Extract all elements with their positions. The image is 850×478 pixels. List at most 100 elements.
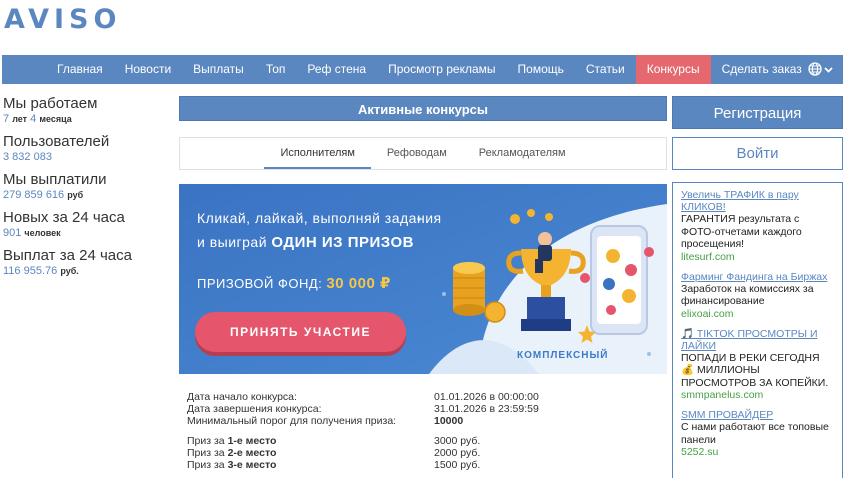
ad-item: 🎵 TIKTOK ПРОСМОТРЫ И ЛАЙКИ ПОПАДИ В РЕКИ… [681, 328, 834, 402]
paid-value: 279 859 616 [3, 189, 65, 201]
nav-item-ad-view[interactable]: Просмотр рекламы [377, 55, 506, 84]
prize-fund-value: 30 000 ₽ [326, 275, 391, 292]
prize-label: Приз за 1-е место [187, 435, 434, 447]
right-sidebar: Регистрация Войти Увеличь ТРАФИК в пару … [672, 96, 843, 478]
main-nav: Главная Новости Выплаты Топ Реф стена Пр… [2, 55, 843, 84]
tab-referrers[interactable]: Рефоводам [371, 138, 463, 169]
ad-item: Фарминг Фандинга на Биржах Заработок на … [681, 271, 834, 320]
coins-icon [453, 262, 506, 323]
prize-label: Приз за 3-е место [187, 459, 434, 471]
login-button[interactable]: Войти [672, 137, 843, 170]
prize-value: 3000 руб. [434, 435, 481, 447]
stat-title: Мы работаем [3, 95, 98, 112]
new-users-unit: человек [24, 228, 61, 238]
language-selector[interactable] [808, 62, 833, 76]
banner-line-2-bold: ОДИН ИЗ ПРИЗОВ [271, 234, 414, 251]
prize-value: 2000 руб. [434, 447, 481, 459]
detail-row: Дата начало конкурса: 01.01.2026 в 00:00… [187, 391, 657, 403]
stat-title: Новых за 24 часа [3, 209, 125, 226]
ad-title-link[interactable]: 🎵 TIKTOK ПРОСМОТРЫ И ЛАЙКИ [681, 328, 834, 352]
ad-url: 5252.su [681, 446, 719, 458]
prize-value: 1500 руб. [434, 459, 481, 471]
contest-tabs: Исполнителям Рефоводам Рекламодателям [179, 137, 667, 170]
months-value: 4 [30, 113, 37, 125]
detail-value: 01.01.2026 в 00:00:00 [434, 391, 539, 403]
contests-panel: Активные конкурсы Исполнителям Рефоводам… [179, 96, 667, 471]
prize-row: Приз за 1-е место 3000 руб. [187, 435, 657, 447]
nav-item-order[interactable]: Сделать заказ [711, 55, 813, 84]
nav-item-ref-wall[interactable]: Реф стена [296, 55, 377, 84]
paid-unit: руб [67, 190, 84, 200]
stat-daily-payouts: Выплат за 24 часа 116 955.76 руб. [3, 248, 173, 278]
stat-users: Пользователей 3 832 083 [3, 134, 173, 164]
stat-title: Мы выплатили [3, 171, 107, 188]
tab-performers[interactable]: Исполнителям [264, 138, 371, 169]
ad-title-link[interactable]: SMM ПРОВАЙДЕР [681, 409, 834, 421]
threshold-value: 10000 [434, 415, 464, 427]
stat-working: Мы работаем 7 лет 4 месяца [3, 96, 173, 126]
banner-line-2: и выиграй ОДИН ИЗ ПРИЗОВ [197, 234, 414, 251]
ad-text: Заработок на комиссиях за финансирование [681, 282, 814, 308]
prize-label: Приз за 2-е место [187, 447, 434, 459]
daily-payouts-unit: руб. [60, 266, 79, 276]
detail-row: Дата завершения конкурса: 31.01.2026 в 2… [187, 403, 657, 415]
nav-item-home[interactable]: Главная [46, 55, 114, 84]
detail-row: Минимальный порог для получения приза: 1… [187, 415, 657, 427]
stat-title: Пользователей [3, 133, 110, 150]
stat-new-users: Новых за 24 часа 901 человек [3, 210, 173, 240]
stat-title: Выплат за 24 часа [3, 247, 132, 264]
nav-item-top[interactable]: Топ [255, 55, 297, 84]
stat-value: 279 859 616 руб [3, 188, 173, 202]
new-users-value: 901 [3, 227, 22, 239]
detail-label: Дата завершения конкурса: [187, 403, 322, 415]
contest-banner[interactable]: Кликай, лайкай, выполняй задания и выигр… [179, 184, 667, 374]
globe-icon [808, 62, 822, 76]
banner-line-2-prefix: и выиграй [197, 234, 268, 250]
logo[interactable]: AVISO [4, 4, 121, 35]
nav-item-news[interactable]: Новости [114, 55, 182, 84]
nav-item-articles[interactable]: Статьи [575, 55, 636, 84]
ad-text: ГАРАНТИЯ результата с ФОТО-отчетами кажд… [681, 213, 802, 250]
months-unit: месяца [39, 114, 72, 124]
tab-advertisers[interactable]: Рекламодателям [463, 138, 582, 169]
stat-value: 901 человек [3, 226, 173, 240]
site-stats: Мы работаем 7 лет 4 месяца Пользователей… [3, 96, 173, 286]
ad-text: С нами работают все топовые панели [681, 421, 829, 446]
contest-details: Дата начало конкурса: 01.01.2026 в 00:00… [187, 391, 657, 471]
prize-fund: ПРИЗОВОЙ ФОНД: 30 000 ₽ [197, 274, 391, 292]
banner-line-1: Кликай, лайкай, выполняй задания [197, 210, 442, 226]
star-icon [578, 325, 596, 343]
ad-item: SMM ПРОВАЙДЕР С нами работают все топовы… [681, 409, 834, 458]
ad-url: litesurf.com [681, 250, 735, 263]
prize-pre: Приз за [187, 435, 225, 447]
nav-item-help[interactable]: Помощь [507, 55, 575, 84]
ad-block: Увеличь ТРАФИК в пару КЛИКОВ! ГАРАНТИЯ р… [672, 182, 843, 478]
stat-value: 3 832 083 [3, 151, 52, 163]
ad-url: elixoai.com [681, 307, 734, 320]
ad-title-link[interactable]: Фарминг Фандинга на Биржах [681, 271, 834, 283]
detail-value: 10000 [434, 415, 463, 427]
years-unit: лет [12, 114, 28, 124]
ad-url: smmpanelus.com [681, 389, 764, 401]
ad-title-link[interactable]: Увеличь ТРАФИК в пару КЛИКОВ! [681, 189, 834, 213]
ad-text: ПОПАДИ В РЕКИ СЕГОДНЯ 💰 МИЛЛИОНЫ ПРОСМОТ… [681, 351, 829, 389]
prize-fund-label: ПРИЗОВОЙ ФОНД: [197, 276, 323, 291]
stat-paid: Мы выплатили 279 859 616 руб [3, 172, 173, 202]
chevron-down-icon [824, 66, 833, 73]
detail-value: 31.01.2026 в 23:59:59 [434, 403, 539, 415]
trophy-icon [506, 209, 586, 331]
prize-row: Приз за 3-е место 1500 руб. [187, 459, 657, 471]
stat-value: 116 955.76 руб. [3, 264, 173, 278]
ad-item: Увеличь ТРАФИК в пару КЛИКОВ! ГАРАНТИЯ р… [681, 189, 834, 263]
prize-place: 1-е место [227, 435, 277, 447]
stat-value: 7 лет 4 месяца [3, 112, 173, 126]
prize-pre: Приз за [187, 447, 225, 459]
daily-payouts-value: 116 955.76 [3, 265, 58, 277]
nav-item-payouts[interactable]: Выплаты [182, 55, 255, 84]
register-button[interactable]: Регистрация [672, 96, 843, 129]
prize-row: Приз за 2-е место 2000 руб. [187, 447, 657, 459]
banner-caption: КОМПЛЕКСНЫЙ [517, 350, 609, 361]
detail-label: Минимальный порог для получения приза: [187, 415, 397, 427]
participate-button[interactable]: ПРИНЯТЬ УЧАСТИЕ [195, 312, 406, 352]
nav-item-contests[interactable]: Конкурсы [635, 55, 711, 84]
